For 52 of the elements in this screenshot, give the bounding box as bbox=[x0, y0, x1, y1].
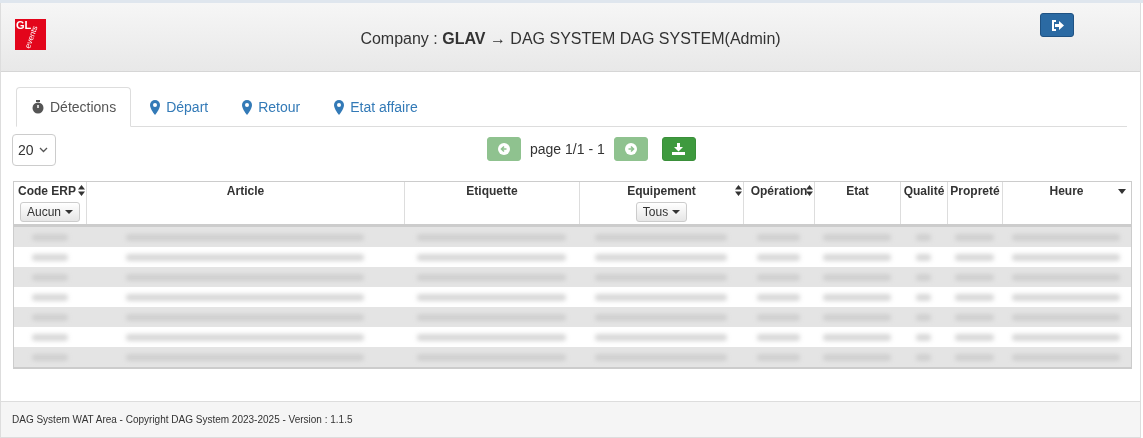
blurred-text bbox=[916, 253, 931, 261]
blurred-text bbox=[757, 253, 800, 261]
blurred-text bbox=[955, 253, 994, 261]
column-header[interactable]: Code ERP bbox=[18, 184, 76, 198]
column-header[interactable]: Etiquette bbox=[466, 184, 518, 198]
blurred-text bbox=[757, 333, 800, 341]
sort-icon[interactable] bbox=[78, 185, 85, 196]
blurred-text bbox=[955, 293, 994, 301]
column-header[interactable]: Qualité bbox=[903, 184, 945, 198]
filter-dropdown[interactable]: Tous bbox=[635, 202, 688, 222]
page-size-select[interactable]: 20 bbox=[12, 134, 56, 166]
arrow-circle-left-icon bbox=[498, 143, 510, 155]
logout-button[interactable] bbox=[1040, 13, 1074, 37]
blurred-text bbox=[32, 333, 68, 341]
tab[interactable]: Départ bbox=[134, 87, 224, 127]
blurred-text bbox=[822, 333, 892, 341]
column-header[interactable]: Etat bbox=[846, 184, 869, 198]
footer-text: DAG System WAT Area - Copyright DAG System 2023-2025 - Version : 1.1.5 bbox=[1, 401, 1140, 437]
blurred-text bbox=[822, 293, 892, 301]
sign-out-icon bbox=[1050, 19, 1064, 31]
column-header[interactable]: Propreté bbox=[950, 184, 1000, 198]
column-header[interactable]: Heure bbox=[1049, 184, 1084, 198]
caret-icon bbox=[65, 210, 73, 214]
blurred-text bbox=[916, 333, 931, 341]
sort-icon[interactable] bbox=[735, 185, 742, 196]
chevron-down-icon bbox=[39, 147, 48, 153]
blurred-text bbox=[916, 293, 931, 301]
map-marker-icon bbox=[334, 99, 345, 115]
column-header[interactable]: Equipement bbox=[627, 184, 696, 198]
map-marker-icon bbox=[242, 99, 253, 115]
page-indicator: page 1/1 - 1 bbox=[530, 141, 605, 157]
filter-dropdown[interactable]: Aucun bbox=[20, 202, 80, 222]
arrow-circle-right-icon bbox=[624, 143, 637, 155]
stopwatch-icon bbox=[32, 100, 44, 114]
blurred-text bbox=[32, 253, 68, 261]
blurred-text bbox=[955, 333, 994, 341]
map-marker-icon bbox=[150, 99, 161, 115]
blurred-text bbox=[757, 293, 800, 301]
tab[interactable]: Détections bbox=[16, 87, 132, 127]
blurred-text bbox=[822, 253, 892, 261]
column-header[interactable]: Article bbox=[226, 184, 265, 198]
tab[interactable]: Retour bbox=[226, 87, 316, 127]
sort-descending-icon[interactable] bbox=[1118, 189, 1126, 194]
page-title: Company : GLAV → DAG SYSTEM DAG SYSTEM(Admin) bbox=[359, 29, 782, 48]
download-button[interactable] bbox=[661, 137, 696, 161]
logo: GL events bbox=[15, 18, 46, 50]
caret-icon bbox=[672, 210, 681, 214]
blurred-text bbox=[32, 293, 68, 301]
tab[interactable]: Etat affaire bbox=[318, 87, 433, 127]
column-header[interactable]: Opération bbox=[750, 184, 808, 198]
sort-icon[interactable] bbox=[806, 185, 813, 196]
download-icon bbox=[672, 143, 686, 155]
